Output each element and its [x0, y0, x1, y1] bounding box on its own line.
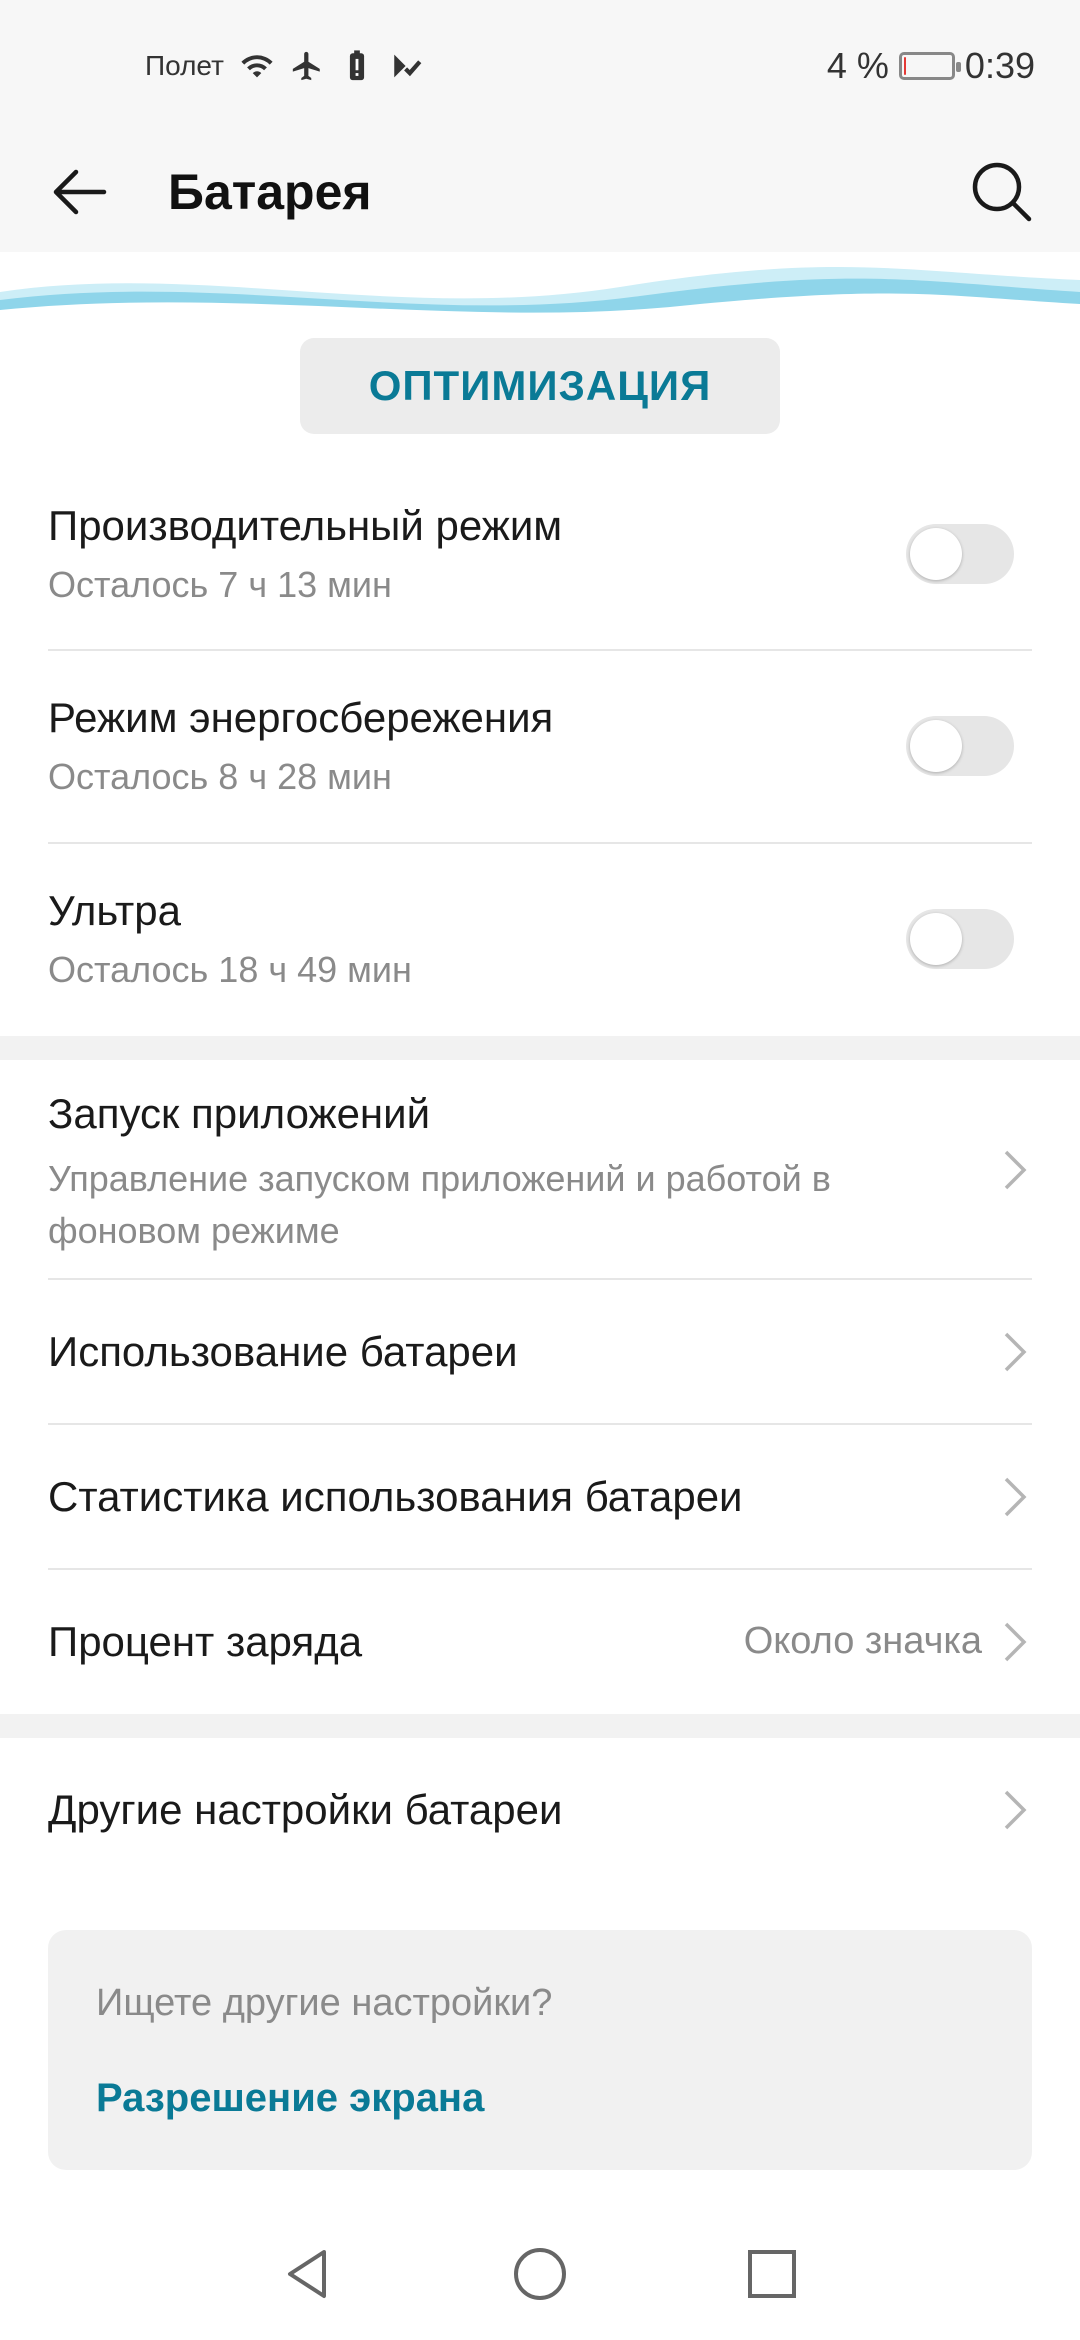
battery-percentage-value: Около значка [743, 1620, 982, 1662]
carrier-label: Полет [145, 50, 224, 81]
toggle-knob [910, 528, 962, 580]
status-right: 4 % 0:39 [827, 45, 1035, 87]
clock: 0:39 [964, 45, 1035, 86]
mode-row-performance[interactable]: Производительный режим Осталось 7 ч 13 м… [0, 490, 1080, 650]
battery-usage-row[interactable]: Использование батареи [0, 1280, 1080, 1424]
screen-resolution-link[interactable]: Разрешение экрана [96, 2076, 484, 2121]
app-bar: Батарея [0, 132, 1080, 252]
divider [48, 842, 1032, 844]
setting-title: Статистика использования батареи [48, 1473, 743, 1520]
setting-subtitle-line1: Управление запуском приложений и работой… [48, 1158, 831, 1199]
nav-recents-icon[interactable] [742, 2244, 802, 2304]
mode-subtitle: Осталось 8 ч 28 мин [48, 756, 392, 797]
battery-icon [898, 52, 961, 80]
status-bar: Полет 4 % 0:39 [0, 0, 1080, 132]
suggestion-card: Ищете другие настройки? Разрешение экран… [48, 1930, 1032, 2170]
nav-back-icon[interactable] [278, 2244, 338, 2304]
status-left: Полет [145, 49, 424, 83]
setting-title: Другие настройки батареи [48, 1786, 563, 1833]
battery-stats-row[interactable]: Статистика использования батареи [0, 1425, 1080, 1569]
divider [48, 649, 1032, 651]
airplane-icon [292, 51, 320, 81]
battery-percent: 4 % [826, 45, 889, 86]
setting-title: Запуск приложений [48, 1090, 431, 1137]
section-gap [0, 1714, 1080, 1738]
battery-level-fill [903, 57, 906, 75]
setting-title: Использование батареи [48, 1328, 518, 1375]
mode-subtitle: Осталось 7 ч 13 мин [48, 564, 392, 605]
signal-check-icon [394, 54, 422, 78]
power-saving-mode-toggle[interactable] [906, 716, 1014, 776]
suggestion-question: Ищете другие настройки? [96, 1982, 553, 2024]
setting-subtitle-line2: фоновом режиме [48, 1210, 340, 1251]
back-arrow-icon[interactable] [48, 160, 112, 224]
other-battery-settings-row[interactable]: Другие настройки батареи [0, 1738, 1080, 1882]
ultra-mode-toggle[interactable] [906, 909, 1014, 969]
optimize-button[interactable]: ОПТИМИЗАЦИЯ [300, 338, 780, 434]
performance-mode-toggle[interactable] [906, 524, 1014, 584]
battery-percentage-row[interactable]: Процент заряда Около значка [0, 1570, 1080, 1714]
battery-alert-icon [349, 50, 364, 81]
section-gap [0, 1036, 1080, 1060]
chevron-right-icon [1004, 1790, 1027, 1830]
page-title: Батарея [168, 164, 372, 220]
mode-title: Производительный режим [48, 502, 563, 549]
chevron-right-icon [1004, 1150, 1027, 1190]
battery-wave-decoration [0, 252, 1080, 322]
toggle-knob [910, 720, 962, 772]
wifi-icon [241, 55, 273, 78]
mode-title: Режим энергосбережения [48, 694, 554, 741]
chevron-right-icon [1004, 1622, 1027, 1662]
search-icon[interactable] [964, 154, 1040, 230]
app-launch-row[interactable]: Запуск приложений Управление запуском пр… [0, 1060, 1080, 1278]
toggle-knob [910, 913, 962, 965]
chevron-right-icon [1004, 1332, 1027, 1372]
mode-row-ultra[interactable]: Ультра Осталось 18 ч 49 мин [0, 875, 1080, 1035]
mode-row-power-saving[interactable]: Режим энергосбережения Осталось 8 ч 28 м… [0, 682, 1080, 842]
chevron-right-icon [1004, 1477, 1027, 1517]
navigation-bar [0, 2220, 1080, 2340]
nav-home-icon[interactable] [510, 2244, 570, 2304]
mode-subtitle: Осталось 18 ч 49 мин [48, 949, 412, 990]
mode-title: Ультра [48, 887, 181, 934]
setting-title: Процент заряда [48, 1618, 363, 1665]
